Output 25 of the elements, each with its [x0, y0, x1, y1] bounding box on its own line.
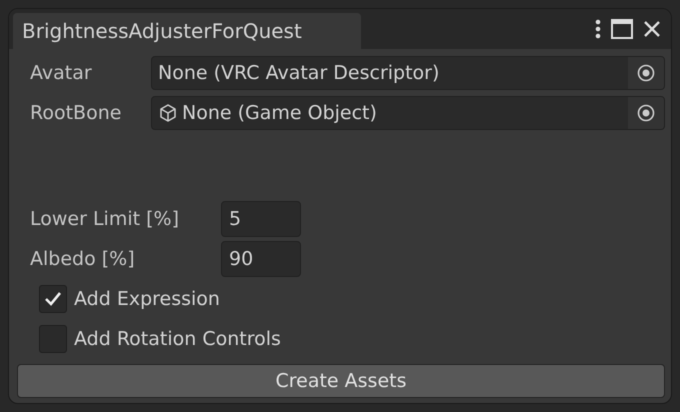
more-icon[interactable]: [595, 19, 601, 39]
close-icon[interactable]: [643, 20, 661, 38]
object-field[interactable]: None (Game Object): [151, 96, 665, 130]
field-label: Lower Limit [%]: [29, 208, 180, 230]
field-label: Albedo [%]: [29, 248, 136, 270]
number-field[interactable]: 90: [221, 241, 301, 277]
maximize-icon[interactable]: [611, 19, 633, 39]
target-icon: [637, 64, 655, 82]
field-label: Avatar: [29, 62, 93, 84]
object-picker-button[interactable]: [628, 57, 664, 89]
window-tab[interactable]: BrightnessAdjusterForQuest: [13, 13, 361, 49]
object-picker-button[interactable]: [628, 97, 664, 129]
check-icon: [44, 291, 62, 307]
checkbox[interactable]: [39, 325, 67, 353]
checkbox[interactable]: [39, 285, 67, 313]
target-icon: [637, 104, 655, 122]
number-field[interactable]: 5: [221, 201, 301, 237]
field-value: None (VRC Avatar Descriptor): [158, 62, 440, 84]
field-label: RootBone: [29, 102, 122, 124]
cube-icon: [158, 103, 178, 123]
checkbox-label: Add Rotation Controls: [74, 328, 281, 350]
create-assets-button[interactable]: Create Assets: [17, 364, 665, 398]
field-value: None (Game Object): [182, 102, 377, 124]
object-field[interactable]: None (VRC Avatar Descriptor): [151, 56, 665, 90]
checkbox-label: Add Expression: [74, 288, 220, 310]
